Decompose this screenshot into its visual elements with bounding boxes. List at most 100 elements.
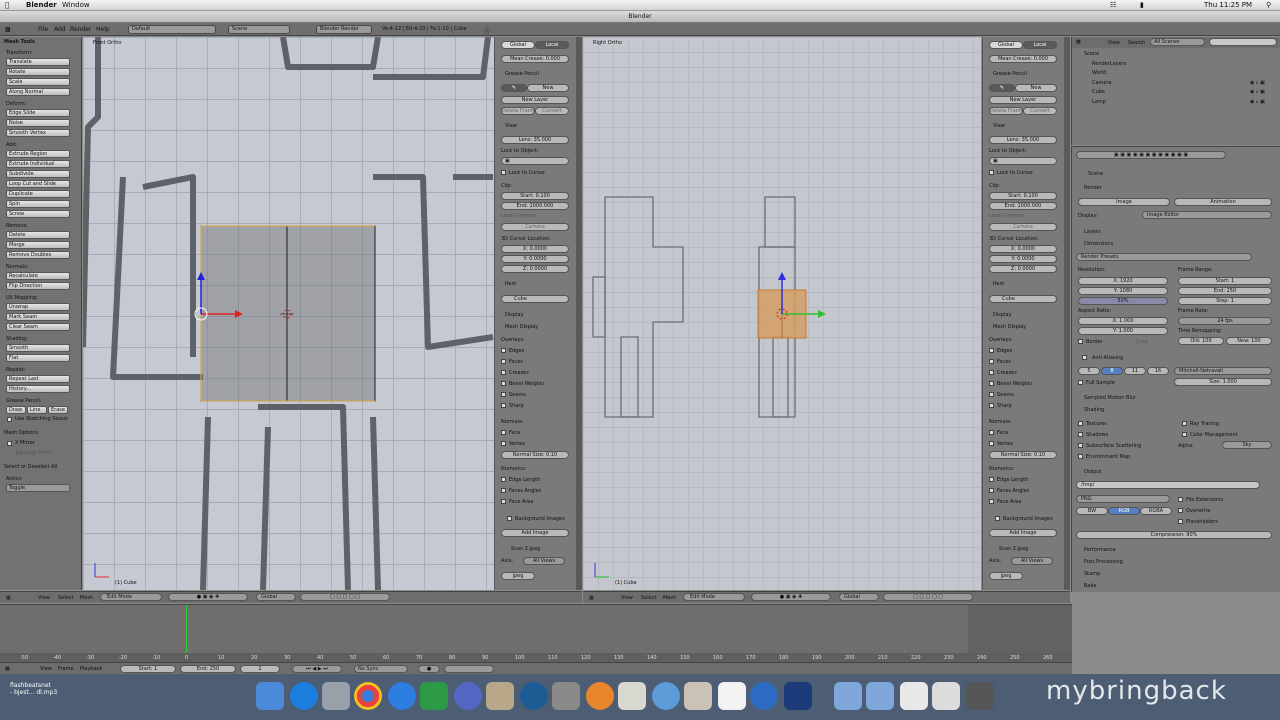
desktop-file-2[interactable]: - bjest... dl.mp3 xyxy=(10,689,70,696)
app-menu[interactable]: Blender xyxy=(26,1,57,9)
numbers-icon[interactable] xyxy=(420,682,448,710)
tool-button-clear-seam[interactable]: Clear Seam xyxy=(6,323,70,331)
clip-start-field[interactable]: Start: 0.100 xyxy=(501,192,569,200)
add-image-button[interactable]: Add Image xyxy=(501,529,569,537)
pencil-icon[interactable]: ✎ xyxy=(501,84,527,92)
apple-icon[interactable]:  xyxy=(5,1,9,9)
numeric-checkbox[interactable] xyxy=(501,477,506,482)
aa-level-button[interactable]: 16 xyxy=(1147,367,1169,375)
tool-button-screw[interactable]: Screw xyxy=(6,210,70,218)
mode-select[interactable]: Edit Mode xyxy=(683,593,745,601)
clip-end-field[interactable]: End: 1000.000 xyxy=(501,202,569,210)
scene-select[interactable]: Scene xyxy=(228,25,290,34)
alpha-select[interactable]: Sky xyxy=(1222,441,1272,449)
camera-field[interactable]: Camera xyxy=(989,223,1057,231)
outliner-item-renderlayers[interactable]: RenderLayers xyxy=(1092,61,1126,67)
rgba-button[interactable]: RGBA xyxy=(1140,507,1172,515)
menu-file[interactable]: File xyxy=(38,26,48,33)
battery-icon[interactable]: ▮ xyxy=(1140,1,1144,9)
res-y-field[interactable]: Y: 1080 xyxy=(1078,287,1168,295)
timeline-playback-menu[interactable]: Playback xyxy=(80,666,102,672)
frame-start-prop[interactable]: Start: 1 xyxy=(1178,277,1272,285)
normal-checkbox[interactable] xyxy=(989,441,994,446)
keying-set-select[interactable] xyxy=(444,665,494,673)
orientation-select[interactable]: Global xyxy=(839,593,879,601)
anti-aliasing-checkbox[interactable] xyxy=(1082,355,1087,360)
outliner-item-scene[interactable]: Scene xyxy=(1084,51,1099,57)
overlay-checkbox[interactable] xyxy=(989,403,994,408)
tool-button-along-normal[interactable]: Along Normal xyxy=(6,88,70,96)
overlay-checkbox[interactable] xyxy=(989,392,994,397)
numeric-checkbox[interactable] xyxy=(501,488,506,493)
lock-object-field[interactable]: ▣ xyxy=(501,157,569,165)
axis-select[interactable]: All Views xyxy=(523,557,565,565)
visibility-eye-icon[interactable]: ◉ ▹ ▣ xyxy=(1250,89,1265,95)
tool-button-flip-direction[interactable]: Flip Direction xyxy=(6,282,70,290)
mean-crease-field[interactable]: Mean Crease: 0.000 xyxy=(989,55,1057,63)
full-sample-checkbox[interactable] xyxy=(1078,380,1083,385)
cursor-y-field[interactable]: Y: 0.0000 xyxy=(501,255,569,263)
grease-draw-button[interactable]: Draw xyxy=(6,406,26,414)
tool-button-unwrap[interactable]: Unwrap xyxy=(6,303,70,311)
timeline-editor-icon[interactable]: ▩ xyxy=(5,666,10,672)
overlay-checkbox[interactable] xyxy=(501,403,506,408)
aa-level-button[interactable]: 5 xyxy=(1078,367,1100,375)
outliner-search-input[interactable] xyxy=(1209,38,1277,46)
frame-start-field[interactable]: Start: 1 xyxy=(120,665,176,673)
grease-erase-button[interactable]: Erase xyxy=(48,406,68,414)
frame-end-prop[interactable]: End: 250 xyxy=(1178,287,1272,295)
tool-button-mark-seam[interactable]: Mark Seam xyxy=(6,313,70,321)
quicktime-icon[interactable] xyxy=(750,682,778,710)
facetime-icon[interactable] xyxy=(322,682,350,710)
outliner-item-cube[interactable]: Cube xyxy=(1092,89,1105,95)
snap-and-layer-buttons[interactable]: □ □ □ □ □ xyxy=(300,593,390,601)
blender-icon[interactable] xyxy=(586,682,614,710)
applications-folder-icon[interactable] xyxy=(834,682,862,710)
bw-button[interactable]: BW xyxy=(1076,507,1108,515)
image-type-field[interactable]: jpeg xyxy=(501,572,535,580)
render-animation-button[interactable]: Animation xyxy=(1174,198,1272,206)
new-field[interactable]: New: 100 xyxy=(1226,337,1272,345)
old-field[interactable]: Old: 100 xyxy=(1178,337,1224,345)
outliner-view-menu[interactable]: View xyxy=(1108,40,1120,46)
view-editor-icon[interactable]: ▦ xyxy=(6,595,11,601)
x11-icon[interactable] xyxy=(718,682,746,710)
outliner-filter-select[interactable]: All Scenes xyxy=(1150,38,1205,46)
render-image-button[interactable]: Image xyxy=(1078,198,1170,206)
camera-field[interactable]: Camera xyxy=(501,223,569,231)
global-button[interactable]: Global xyxy=(501,41,535,49)
cursor-y-field[interactable]: Y: 0.0000 xyxy=(989,255,1057,263)
bg-images-checkbox[interactable] xyxy=(507,516,512,521)
tool-button-edge-slide[interactable]: Edge Slide xyxy=(6,109,70,117)
frame-end-field[interactable]: End: 250 xyxy=(180,665,236,673)
network-icon[interactable] xyxy=(454,682,482,710)
file-ext-checkbox[interactable] xyxy=(1178,497,1183,502)
tool-button-flat[interactable]: Flat xyxy=(6,354,70,362)
overlay-checkbox[interactable] xyxy=(989,348,994,353)
menu-help[interactable]: Help xyxy=(96,26,110,33)
item-name-field[interactable]: Cube xyxy=(989,295,1057,303)
overlay-checkbox[interactable] xyxy=(501,348,506,353)
numeric-checkbox[interactable] xyxy=(989,499,994,504)
new-layer-button[interactable]: New Layer xyxy=(501,96,569,104)
tool-button-repeat-last[interactable]: Repeat Last xyxy=(6,375,70,383)
view-editor-icon[interactable]: ▦ xyxy=(589,595,594,601)
display-select[interactable]: Image Editor xyxy=(1142,211,1272,219)
cursor-z-field[interactable]: Z: 0.0000 xyxy=(989,265,1057,273)
orientation-select[interactable]: Global xyxy=(256,593,296,601)
bg-images-checkbox[interactable] xyxy=(995,516,1000,521)
cursor-z-field[interactable]: Z: 0.0000 xyxy=(501,265,569,273)
res-pct-field[interactable]: 50% xyxy=(1078,297,1168,305)
desktop-file-1[interactable]: flashbeatsnet xyxy=(10,682,70,689)
overlay-checkbox[interactable] xyxy=(501,370,506,375)
tool-button-delete[interactable]: Delete xyxy=(6,231,70,239)
tool-button-rotate[interactable]: Rotate xyxy=(6,68,70,76)
viewport-shading-buttons[interactable]: ● ▣ ◉ ✚ xyxy=(168,593,248,601)
timeline-frame-menu[interactable]: Frame xyxy=(58,666,74,672)
image-type-field[interactable]: jpeg xyxy=(989,572,1023,580)
playback-controls[interactable]: ⏮ ◀ ▶ ⏭ xyxy=(292,665,342,673)
overwrite-checkbox[interactable] xyxy=(1178,508,1183,513)
add-image-button[interactable]: Add Image xyxy=(989,529,1057,537)
document-stack-icon[interactable] xyxy=(900,682,928,710)
view-menu[interactable]: View xyxy=(621,595,633,601)
